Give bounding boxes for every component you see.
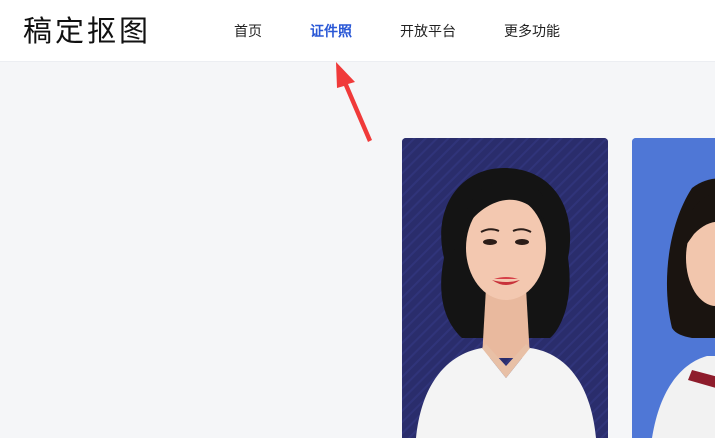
red-arrow-annotation: [336, 62, 372, 142]
nav-more-features[interactable]: 更多功能: [504, 0, 560, 62]
logo[interactable]: 稿定抠图: [23, 12, 151, 50]
id-photo-card-blue[interactable]: [632, 138, 715, 438]
nav-id-photo[interactable]: 证件照: [310, 0, 352, 62]
woman-portrait-image: [402, 138, 608, 438]
nav-home[interactable]: 首页: [234, 0, 262, 62]
nav-open-platform[interactable]: 开放平台: [400, 0, 456, 62]
top-header: 稿定抠图 首页 证件照 开放平台 更多功能: [0, 0, 715, 62]
girl-portrait-image: [632, 138, 715, 438]
id-photo-card-navy[interactable]: [402, 138, 608, 438]
